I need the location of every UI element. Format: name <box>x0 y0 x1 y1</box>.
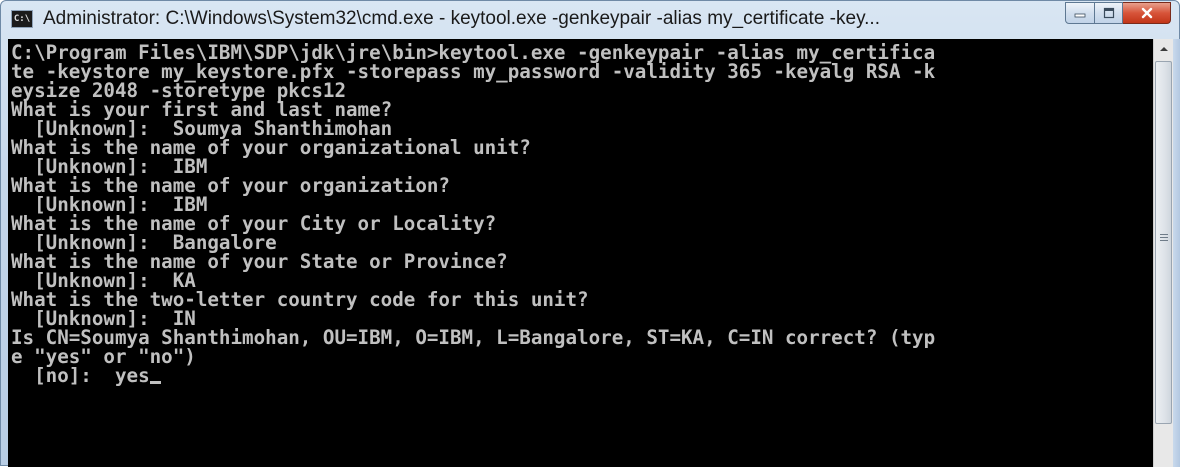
maximize-button[interactable] <box>1095 2 1123 24</box>
console-input-line[interactable]: [no]: yes <box>11 364 161 387</box>
minimize-button[interactable] <box>1065 2 1095 24</box>
close-icon <box>1141 7 1152 19</box>
caption-buttons <box>1065 2 1171 24</box>
cmd-icon[interactable]: C:\ <box>11 10 33 28</box>
console-line: [no]: yes <box>11 364 150 387</box>
text-cursor <box>149 381 161 384</box>
grip-icon <box>1160 234 1168 241</box>
scroll-up-button[interactable] <box>1154 39 1173 59</box>
cmd-window: C:\ Administrator: C:\Windows\System32\c… <box>0 0 1180 467</box>
console-output: C:\Program Files\IBM\SDP\jdk\jre\bin>key… <box>11 43 935 385</box>
vertical-scrollbar[interactable] <box>1153 39 1173 467</box>
arrow-up-icon <box>1159 47 1168 51</box>
close-button[interactable] <box>1123 2 1171 24</box>
scroll-thumb[interactable] <box>1155 61 1172 424</box>
console-area[interactable]: C:\Program Files\IBM\SDP\jdk\jre\bin>key… <box>8 39 1153 467</box>
title-bar[interactable]: C:\ Administrator: C:\Windows\System32\c… <box>1 1 1179 39</box>
window-frame-right <box>1173 39 1180 467</box>
maximize-icon <box>1103 7 1114 19</box>
minimize-icon <box>1074 13 1086 18</box>
window-title: Administrator: C:\Windows\System32\cmd.e… <box>43 8 880 29</box>
